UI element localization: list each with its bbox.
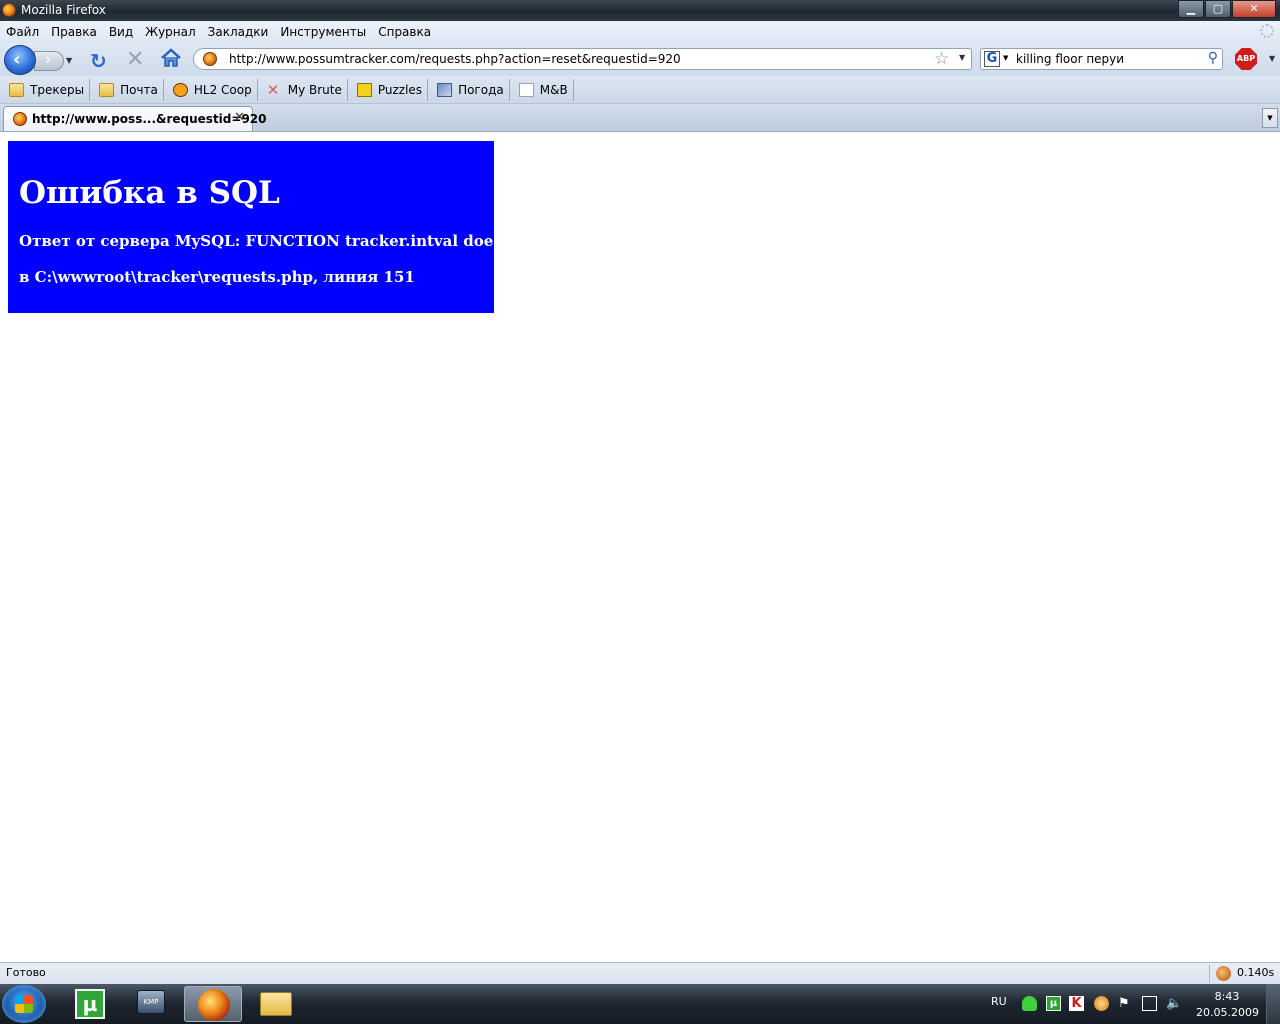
start-button[interactable]: [2, 985, 46, 1023]
volume-icon[interactable]: 🔈: [1166, 996, 1182, 1011]
taskbar-firefox[interactable]: [184, 986, 242, 1022]
tab-favicon-icon: [13, 112, 27, 126]
search-engine-icon[interactable]: G: [984, 51, 1000, 67]
error-message: Ответ от сервера MySQL: FUNCTION tracker…: [19, 232, 580, 250]
bookmark-label: My Brute: [287, 82, 342, 97]
bookmark-hl2coop[interactable]: HL2 Coop: [164, 78, 258, 101]
bookmark-puzzles[interactable]: Puzzles: [348, 78, 429, 101]
clock-time: 8:43: [1214, 990, 1240, 1003]
status-divider: [1209, 965, 1210, 983]
forward-button[interactable]: ›: [34, 51, 64, 71]
bookmark-mail[interactable]: Почта: [90, 78, 164, 101]
bookmark-label: Почта: [120, 82, 158, 97]
bookmark-label: Погода: [458, 82, 504, 97]
bookmark-label: Трекеры: [30, 82, 85, 97]
action-center-flag-icon[interactable]: ⚑: [1118, 996, 1133, 1011]
firefox-icon: [2, 3, 16, 17]
bookmark-star-icon[interactable]: ☆: [934, 49, 949, 69]
puzzle-icon: [356, 82, 372, 97]
window-titlebar: Mozilla Firefox ▁ ▢ ✕: [0, 0, 1280, 21]
tray-app-icon[interactable]: [1094, 996, 1109, 1011]
bookmark-mybrute[interactable]: ✕ My Brute: [258, 78, 348, 101]
menu-help[interactable]: Справка: [372, 25, 437, 39]
error-location: в C:\wwwroot\tracker\requests.php, линия…: [19, 268, 415, 286]
utorrent-icon: µ: [75, 989, 105, 1019]
tab-active[interactable]: http://www.poss...&requestid=920 ✕: [3, 106, 267, 131]
search-icon[interactable]: ⚲: [1208, 50, 1218, 66]
bookmark-label: HL2 Coop: [193, 82, 252, 97]
sql-error-box: Ошибка в SQL Ответ от сервера MySQL: FUN…: [8, 141, 580, 313]
tab-list-dropdown-icon[interactable]: ▼: [1262, 108, 1278, 128]
windows-logo-icon: [15, 995, 33, 1013]
status-text: Готово: [6, 966, 46, 979]
tray-kaspersky-icon[interactable]: K: [1069, 996, 1084, 1011]
page-timer-icon[interactable]: [1216, 966, 1231, 981]
firefox-icon: [198, 989, 230, 1021]
back-arrow-icon: ‹: [13, 49, 21, 70]
folder-icon: [260, 992, 292, 1016]
folder-icon: [9, 82, 24, 97]
toolbar-overflow-icon[interactable]: ▼: [1269, 54, 1275, 63]
menu-view[interactable]: Вид: [103, 25, 139, 39]
taskbar-utorrent[interactable]: µ: [60, 986, 118, 1022]
clock-date: 20.05.2009: [1196, 1006, 1259, 1019]
taskbar-explorer[interactable]: [246, 986, 304, 1022]
history-dropdown-icon[interactable]: ▼: [66, 56, 72, 65]
bookmark-label: M&B: [539, 82, 568, 97]
taskbar-kmplayer[interactable]: KMP: [122, 986, 180, 1022]
bookmark-mb[interactable]: M&B: [510, 78, 574, 101]
page-load-time: 0.140s: [1237, 966, 1275, 979]
minimize-button[interactable]: ▁: [1178, 0, 1204, 18]
bookmark-label: Puzzles: [377, 82, 423, 97]
tray-utorrent-icon[interactable]: µ: [1046, 996, 1061, 1011]
back-button[interactable]: ‹: [4, 45, 36, 75]
tab-label: http://www.poss...&requestid=920: [32, 112, 267, 126]
forward-arrow-icon: ›: [45, 52, 51, 68]
halflife-icon: [172, 82, 188, 97]
adblock-icon[interactable]: ABP: [1235, 48, 1257, 70]
weather-icon: [437, 82, 453, 97]
page-icon: [518, 82, 534, 97]
menu-file[interactable]: Файл: [0, 25, 45, 39]
menu-history[interactable]: Журнал: [139, 25, 202, 39]
reload-icon[interactable]: ↻: [90, 49, 107, 73]
network-icon[interactable]: [1142, 996, 1157, 1011]
bookmarks-toolbar: Трекеры Почта HL2 Coop ✕ My Brute Puzzle…: [0, 76, 1280, 104]
address-bar[interactable]: http://www.possumtracker.com/requests.ph…: [193, 48, 972, 70]
activity-throbber-icon: [1260, 24, 1274, 38]
home-icon[interactable]: [160, 47, 182, 69]
url-dropdown-icon[interactable]: ▼: [959, 53, 965, 62]
tray-android-icon[interactable]: [1022, 996, 1037, 1011]
site-identity-icon[interactable]: [203, 52, 217, 66]
menu-bar: Файл Правка Вид Журнал Закладки Инструме…: [0, 21, 1280, 43]
url-text[interactable]: http://www.possumtracker.com/requests.ph…: [229, 52, 681, 66]
maximize-button[interactable]: ▢: [1205, 0, 1231, 18]
kmplayer-icon: KMP: [137, 990, 165, 1014]
bookmark-weather[interactable]: Погода: [428, 78, 510, 101]
search-bar[interactable]: G ▼ killing floor перуи ⚲: [980, 48, 1223, 70]
search-input[interactable]: killing floor перуи: [1016, 52, 1124, 66]
search-engine-dropdown-icon[interactable]: ▼: [1003, 54, 1008, 62]
error-title: Ошибка в SQL: [19, 175, 280, 211]
window-title: Mozilla Firefox: [21, 3, 106, 17]
status-bar: Готово 0.140s: [0, 962, 1280, 984]
folder-icon: [99, 82, 115, 97]
system-clock[interactable]: 8:43 20.05.2009: [1196, 989, 1259, 1021]
close-button[interactable]: ✕: [1232, 0, 1276, 18]
menu-edit[interactable]: Правка: [45, 25, 103, 39]
menu-tools[interactable]: Инструменты: [274, 25, 372, 39]
stop-icon[interactable]: ✕: [126, 47, 144, 72]
menu-bookmarks[interactable]: Закладки: [202, 25, 275, 39]
tab-close-icon[interactable]: ✕: [234, 110, 245, 125]
language-indicator[interactable]: RU: [991, 995, 1007, 1008]
show-desktop-button[interactable]: [1266, 984, 1280, 1024]
mybrute-icon: ✕: [266, 80, 280, 99]
window-controls: ▁ ▢ ✕: [1177, 0, 1276, 18]
bookmark-trackers[interactable]: Трекеры: [0, 78, 91, 101]
